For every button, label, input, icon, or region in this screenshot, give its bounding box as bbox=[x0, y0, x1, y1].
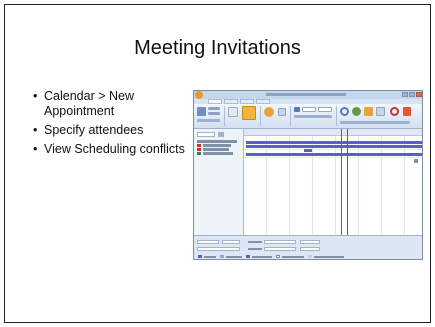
show-as-dropdown bbox=[302, 107, 316, 112]
grid-line bbox=[244, 157, 422, 158]
busy-block bbox=[246, 145, 422, 148]
ribbon bbox=[194, 104, 422, 129]
grid-line bbox=[312, 136, 313, 235]
end-date-field bbox=[264, 247, 296, 251]
meeting-start-line bbox=[341, 129, 342, 235]
grid-line bbox=[289, 136, 290, 235]
ribbon-item bbox=[294, 115, 332, 118]
legend-busy-icon bbox=[198, 255, 202, 258]
attendee-list-pane bbox=[194, 129, 244, 235]
attendee-row bbox=[203, 148, 229, 151]
ribbon-item bbox=[278, 108, 286, 116]
add-rooms-button bbox=[197, 247, 240, 251]
busy-block bbox=[304, 149, 312, 152]
scheduling-assistant-screenshot bbox=[193, 90, 423, 260]
legend-label bbox=[282, 256, 304, 258]
time-header bbox=[244, 129, 422, 136]
grid-line bbox=[266, 136, 267, 235]
window-titlebar bbox=[194, 91, 422, 99]
categorize-icon bbox=[364, 107, 373, 116]
bullet-item: View Scheduling conflicts bbox=[33, 142, 185, 157]
scheduling-icon bbox=[242, 106, 256, 120]
importance-icon bbox=[403, 107, 411, 116]
office-button-icon bbox=[195, 91, 203, 99]
ribbon-item bbox=[376, 107, 385, 116]
slide-title: Meeting Invitations bbox=[134, 37, 301, 59]
attendee-row bbox=[203, 152, 233, 155]
end-time-label bbox=[248, 248, 262, 250]
start-date-field bbox=[264, 240, 296, 244]
legend-no-info-icon bbox=[276, 255, 280, 258]
meeting-time-controls bbox=[194, 235, 422, 259]
maximize-icon bbox=[409, 92, 415, 97]
attendee-row bbox=[203, 144, 231, 147]
ribbon-separator bbox=[260, 106, 261, 126]
ribbon-group-labels bbox=[340, 121, 410, 124]
legend-tentative-icon bbox=[220, 255, 224, 258]
zoom-icon bbox=[218, 132, 224, 137]
close-icon bbox=[416, 92, 422, 97]
attendee-status-icon bbox=[197, 152, 201, 155]
time-zones-icon bbox=[352, 107, 361, 116]
reminder-dropdown bbox=[318, 107, 332, 112]
legend-label bbox=[252, 256, 272, 258]
busy-block bbox=[246, 153, 422, 156]
ribbon-separator bbox=[336, 106, 337, 126]
save-close-icon bbox=[197, 107, 206, 116]
zoom-dropdown bbox=[197, 132, 215, 137]
start-time-label bbox=[248, 241, 262, 243]
add-attendees-button bbox=[197, 240, 219, 244]
bullet-list: Calendar > New Appointment Specify atten… bbox=[33, 89, 185, 161]
grid-line bbox=[381, 136, 382, 235]
grid-line bbox=[404, 136, 405, 235]
ribbon-item bbox=[208, 107, 220, 110]
slide: Meeting Invitations Calendar > New Appoi… bbox=[4, 4, 431, 323]
private-icon bbox=[390, 107, 399, 116]
ribbon-separator bbox=[290, 106, 291, 126]
bullet-item: Calendar > New Appointment bbox=[33, 89, 185, 119]
window-title-text bbox=[266, 93, 346, 96]
freebusy-grid bbox=[244, 129, 422, 235]
options-button bbox=[222, 240, 240, 244]
minimize-icon bbox=[402, 92, 408, 97]
bullet-item: Specify attendees bbox=[33, 123, 185, 138]
legend-out-of-office-icon bbox=[246, 255, 250, 258]
legend-label bbox=[204, 256, 216, 258]
invite-icon bbox=[264, 107, 274, 117]
show-as-icon bbox=[294, 107, 300, 112]
recurrence-icon bbox=[340, 107, 349, 116]
grid-line bbox=[358, 136, 359, 235]
ribbon-item bbox=[208, 112, 220, 115]
legend-label bbox=[314, 256, 344, 258]
appointment-icon bbox=[228, 107, 238, 117]
attendee-status-icon bbox=[197, 144, 201, 147]
meeting-end-line bbox=[347, 129, 348, 235]
attendee-status-icon bbox=[197, 148, 201, 151]
grid-marker-icon bbox=[414, 159, 418, 163]
end-time-field bbox=[300, 247, 320, 251]
start-time-field bbox=[300, 240, 320, 244]
ribbon-item bbox=[197, 119, 220, 122]
busy-block bbox=[246, 141, 422, 144]
all-attendees-row bbox=[197, 140, 237, 143]
legend-label bbox=[226, 256, 242, 258]
legend-outside-hours-icon bbox=[308, 255, 312, 258]
grid-line bbox=[335, 136, 336, 235]
ribbon-separator bbox=[224, 106, 225, 126]
grid-line bbox=[244, 149, 422, 150]
